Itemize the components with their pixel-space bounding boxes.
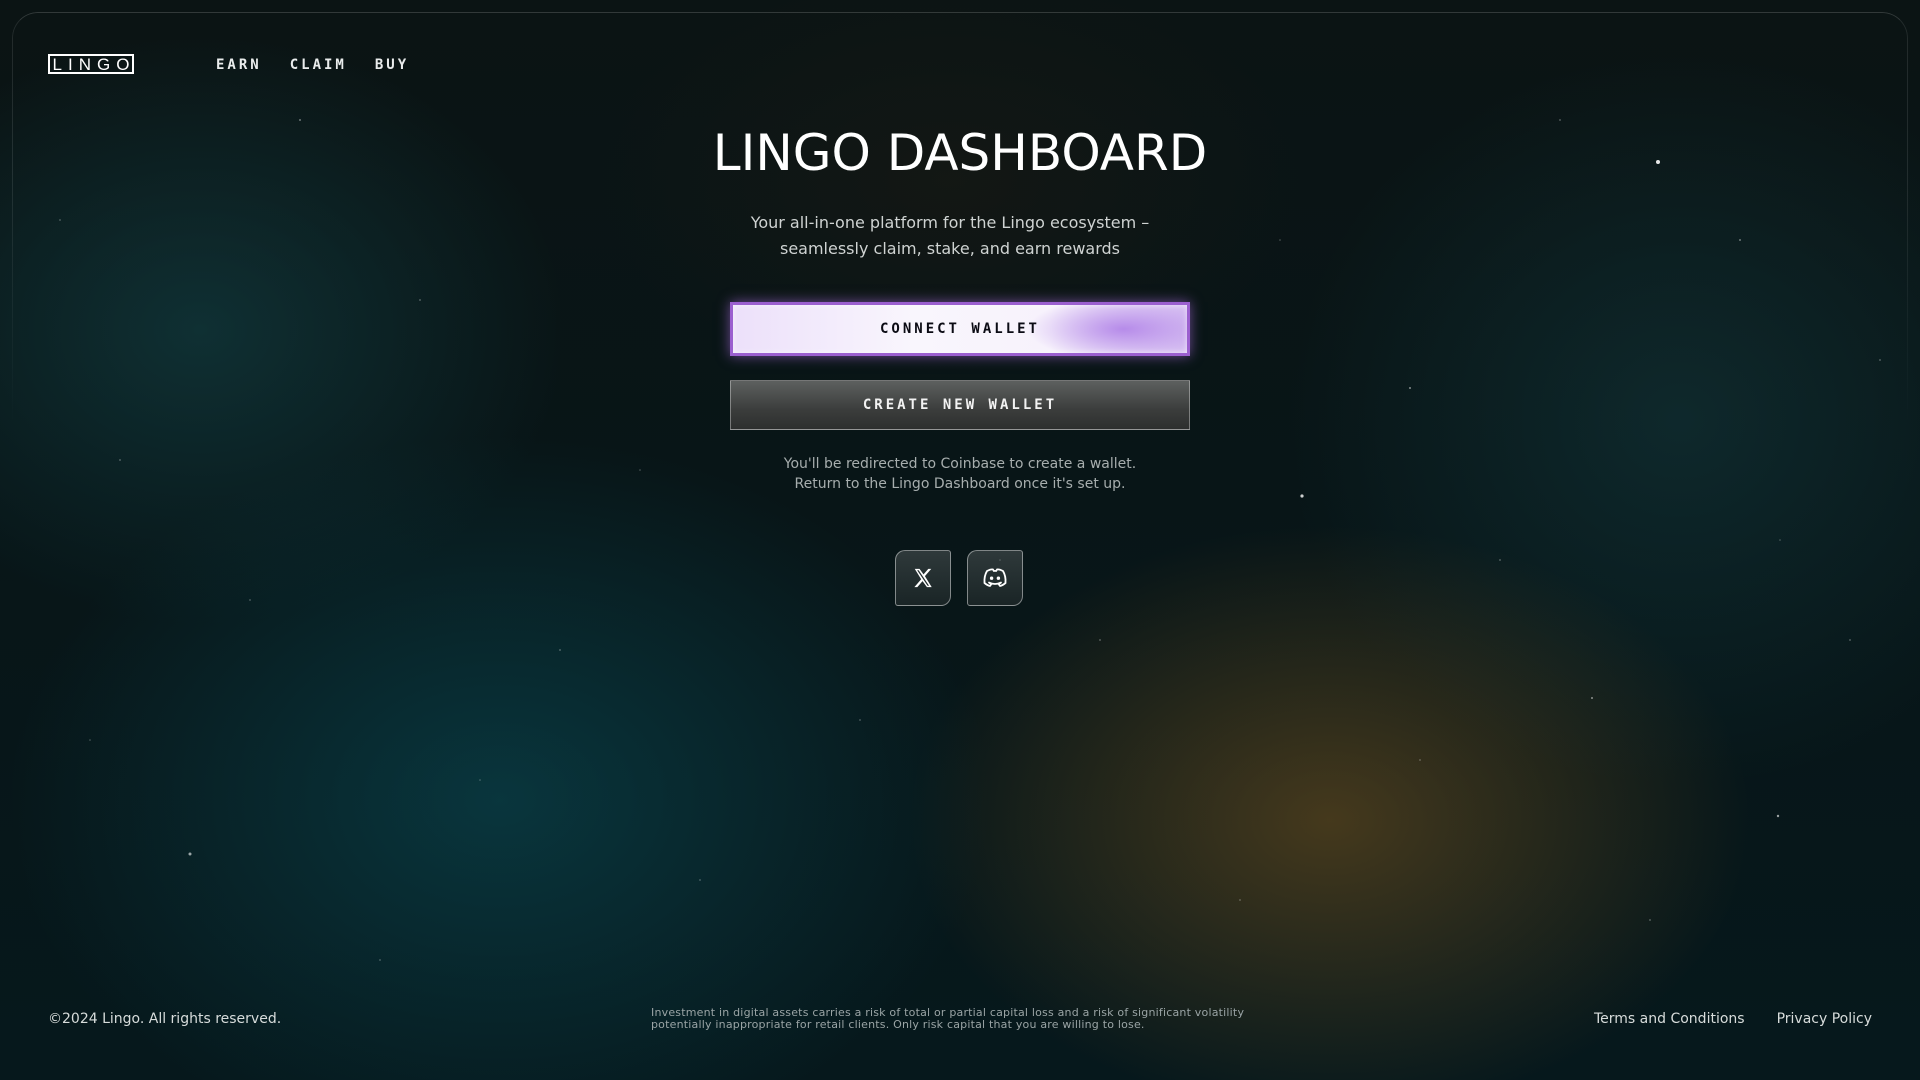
create-wallet-label: CREATE NEW WALLET: [862, 397, 1058, 413]
privacy-policy-link[interactable]: Privacy Policy: [1777, 1011, 1872, 1027]
note-line-2: Return to the Lingo Dashboard once it's …: [794, 476, 1126, 492]
x-twitter-link[interactable]: [895, 550, 951, 606]
nav-claim[interactable]: CLAIM: [290, 57, 347, 73]
page-subtitle: Your all-in-one platform for the Lingo e…: [750, 213, 1150, 258]
nav-earn[interactable]: EARN: [216, 57, 262, 73]
page-title: LINGO DASHBOARD: [712, 124, 1208, 182]
nav-buy[interactable]: BUY: [375, 57, 409, 73]
note-line-1: You'll be redirected to Coinbase to crea…: [783, 456, 1137, 472]
risk-disclaimer: Investment in digital assets carries a r…: [651, 1006, 1245, 1031]
social-links: [895, 550, 1023, 606]
discord-link[interactable]: [967, 550, 1023, 606]
terms-link[interactable]: Terms and Conditions: [1594, 1011, 1745, 1027]
legal-links: Terms and Conditions Privacy Policy: [1594, 1011, 1872, 1027]
coinbase-redirect-note: You'll be redirected to Coinbase to crea…: [700, 454, 1220, 494]
connect-wallet-label: CONNECT WALLET: [879, 321, 1040, 337]
logo-text: LINGO: [52, 54, 136, 74]
lingo-logo[interactable]: LINGO: [48, 54, 134, 74]
connect-wallet-button[interactable]: CONNECT WALLET: [730, 302, 1190, 356]
copyright-text: ©2024 Lingo. All rights reserved.: [48, 1011, 282, 1027]
main-nav: EARN CLAIM BUY: [216, 57, 409, 73]
create-new-wallet-button[interactable]: CREATE NEW WALLET: [730, 380, 1190, 430]
x-twitter-icon: [914, 568, 932, 588]
discord-icon: [983, 568, 1007, 587]
